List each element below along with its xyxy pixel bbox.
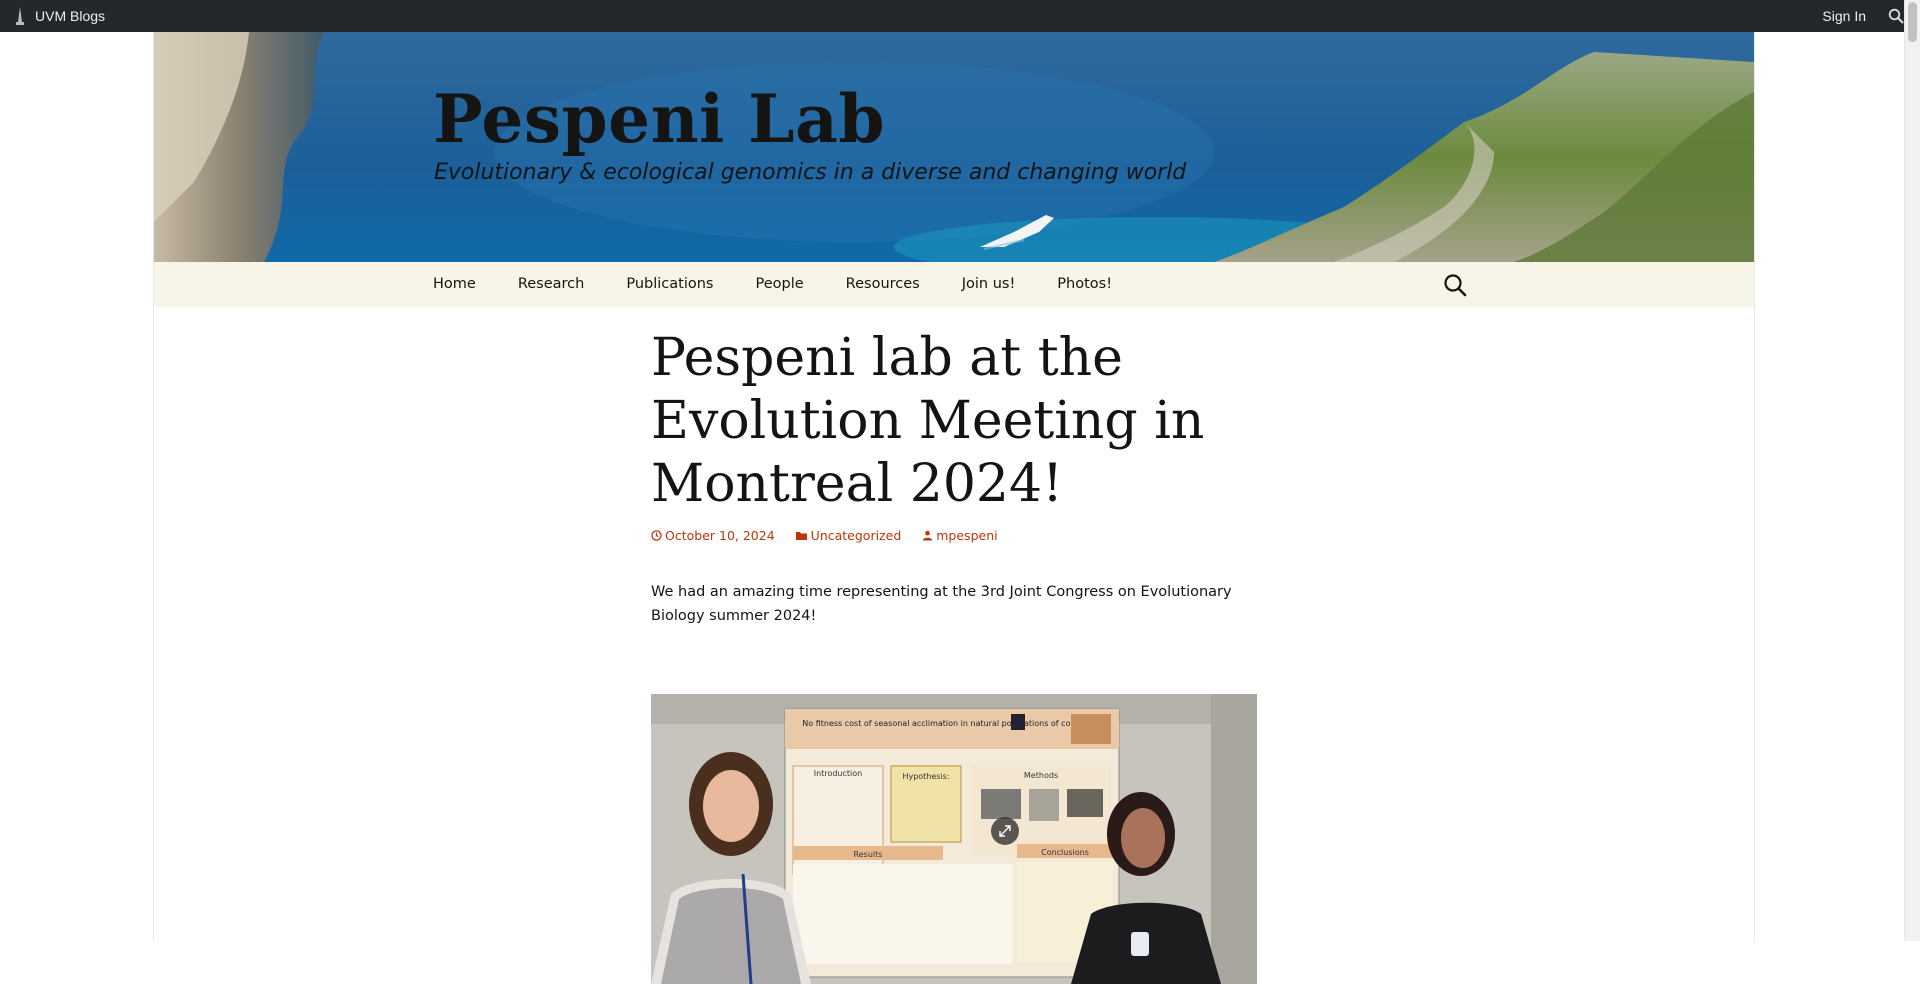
page-scrollbar[interactable] bbox=[1904, 0, 1920, 941]
nav-item-home[interactable]: Home bbox=[433, 262, 497, 307]
page: Pespeni Lab Evolutionary & ecological ge… bbox=[153, 32, 1755, 984]
nav-item-resources[interactable]: Resources bbox=[825, 262, 941, 307]
nav-item-research[interactable]: Research bbox=[497, 262, 606, 307]
poster-section-hypothesis: Hypothesis: bbox=[902, 772, 949, 781]
post-author-text[interactable]: mpespeni bbox=[936, 528, 997, 543]
user-icon bbox=[923, 530, 933, 541]
clock-icon bbox=[651, 530, 662, 541]
nav-item-photos[interactable]: Photos! bbox=[1036, 262, 1133, 307]
nav-menu: Home Research Publications People Resour… bbox=[433, 262, 1133, 307]
poster-section-results: Results bbox=[854, 850, 883, 859]
expand-icon[interactable] bbox=[990, 816, 1020, 846]
post-article: Pespeni lab at the Evolution Meeting in … bbox=[651, 307, 1257, 984]
folder-icon bbox=[795, 531, 807, 540]
site-description: Evolutionary & ecological genomics in a … bbox=[434, 160, 1187, 185]
main-navigation: Home Research Publications People Resour… bbox=[154, 262, 1754, 307]
uvm-logo-icon[interactable] bbox=[13, 7, 27, 25]
post-date-text[interactable]: October 10, 2024 bbox=[665, 528, 775, 543]
post-category[interactable]: Uncategorized bbox=[795, 528, 902, 543]
poster-title: No fitness cost of seasonal acclimation … bbox=[802, 719, 1099, 728]
search-icon[interactable] bbox=[1443, 273, 1467, 297]
nav-item-join-us[interactable]: Join us! bbox=[941, 262, 1037, 307]
nav-item-people[interactable]: People bbox=[734, 262, 824, 307]
site-header[interactable]: Pespeni Lab Evolutionary & ecological ge… bbox=[154, 32, 1754, 262]
post-meta: October 10, 2024 Uncategorized mpespeni bbox=[651, 528, 1257, 543]
poster-section-introduction: Introduction bbox=[814, 769, 862, 778]
header-image bbox=[154, 32, 1754, 262]
admin-bar: UVM Blogs Sign In bbox=[0, 0, 1920, 32]
post-category-text[interactable]: Uncategorized bbox=[811, 528, 902, 543]
poster-section-methods: Methods bbox=[1024, 771, 1058, 780]
nav-item-publications[interactable]: Publications bbox=[605, 262, 734, 307]
post-date[interactable]: October 10, 2024 bbox=[651, 528, 775, 543]
post-title[interactable]: Pespeni lab at the Evolution Meeting in … bbox=[651, 307, 1257, 516]
sign-in-link[interactable]: Sign In bbox=[1822, 8, 1866, 24]
post-author[interactable]: mpespeni bbox=[922, 528, 998, 543]
post-body: We had an amazing time representing at t… bbox=[651, 584, 1232, 624]
admin-site-link[interactable]: UVM Blogs bbox=[35, 8, 105, 24]
site-title[interactable]: Pespeni Lab bbox=[433, 80, 885, 158]
scrollbar-thumb[interactable] bbox=[1908, 2, 1917, 42]
poster-section-conclusions: Conclusions bbox=[1041, 848, 1089, 857]
search-icon[interactable] bbox=[1888, 8, 1904, 24]
